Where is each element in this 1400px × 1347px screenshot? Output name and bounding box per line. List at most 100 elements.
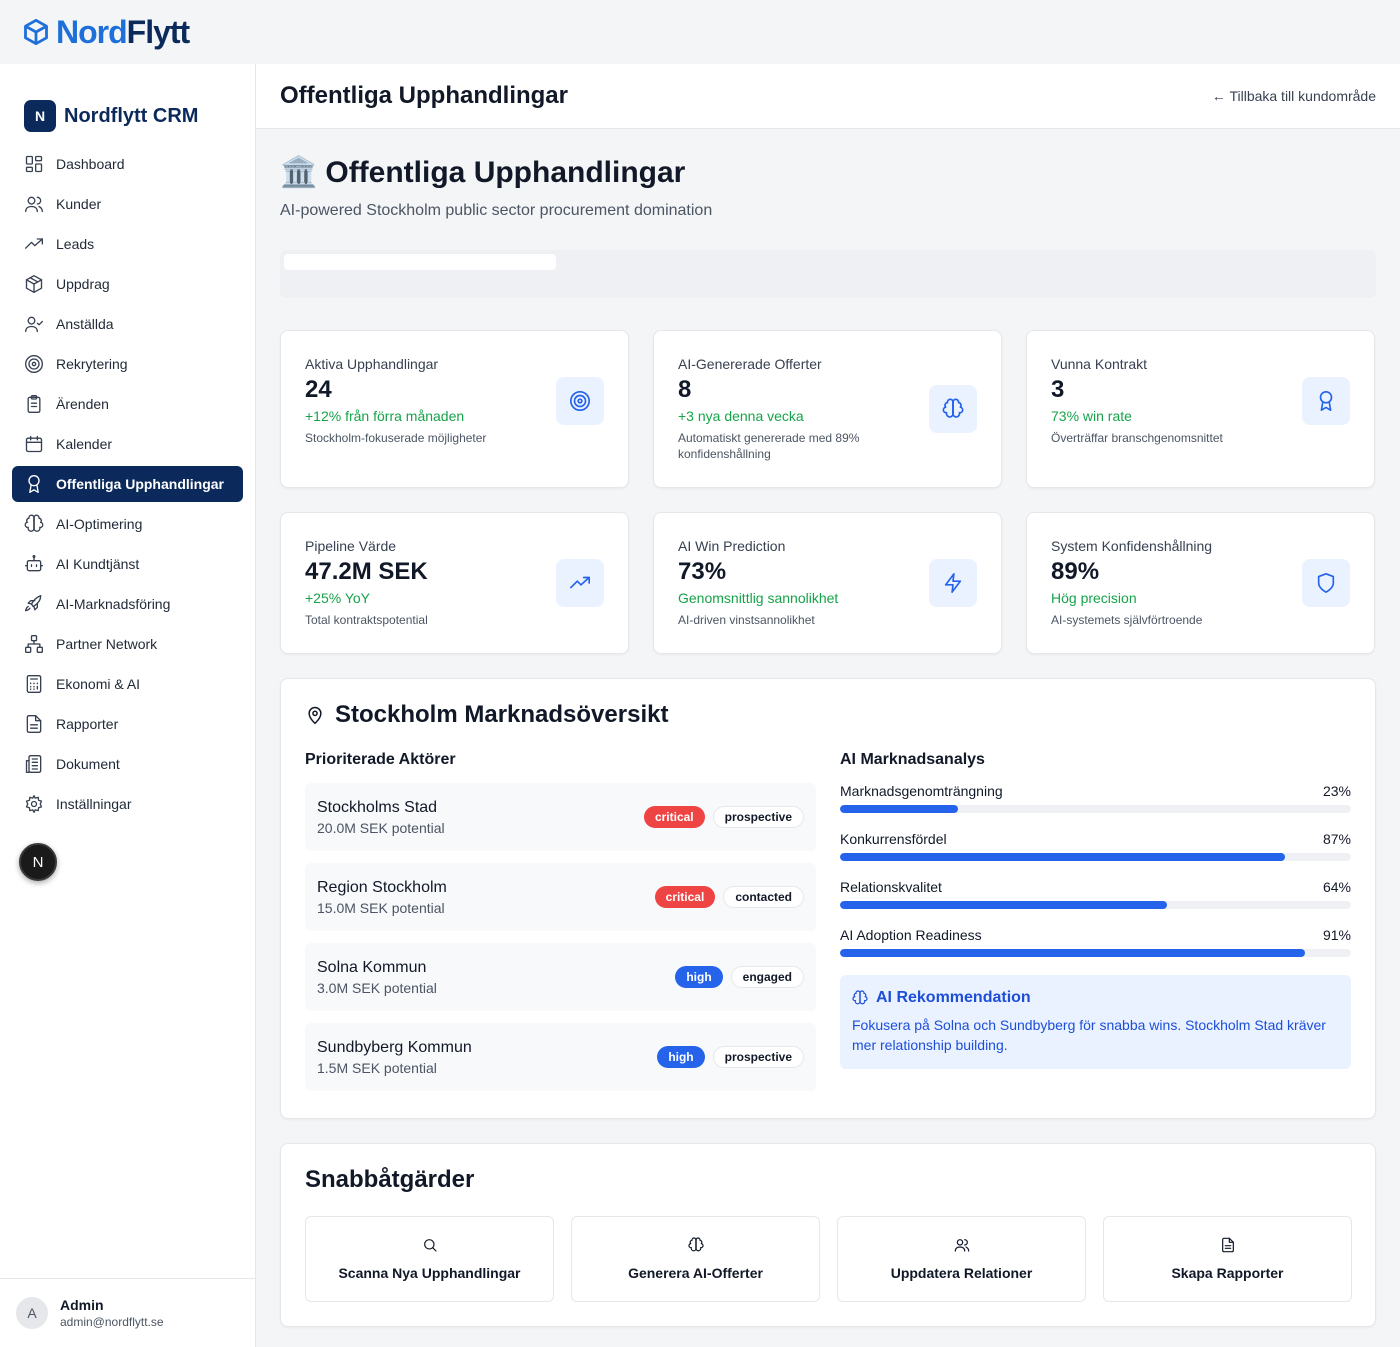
sidebar-item-dashboard[interactable]: Dashboard (12, 146, 243, 182)
brain-icon (687, 1237, 704, 1252)
sidebar-item-label: Kalender (56, 436, 113, 452)
metric-value: 91% (1322, 927, 1351, 943)
sidebar-item-dokument[interactable]: Dokument (12, 746, 243, 782)
sidebar-item-rekrytering[interactable]: Rekrytering (12, 346, 243, 382)
zap-icon (944, 573, 962, 593)
bot-icon (25, 555, 43, 572)
sidebar-item-uppdrag[interactable]: Uppdrag (12, 266, 243, 302)
back-to-customer-area-link[interactable]: ← Tillbaka till kundområde (1212, 88, 1376, 104)
status-badge: prospective (712, 1046, 804, 1068)
sidebar-item-label: AI-Marknadsföring (56, 596, 171, 612)
sidebar-item-ai-kundtjanst[interactable]: AI Kundtjänst (12, 546, 243, 582)
trending-up-icon (25, 238, 43, 249)
cube-logo-icon (24, 18, 48, 46)
quick-actions: Snabbåtgärder Scanna Nya Upphandlingar G… (280, 1143, 1376, 1327)
status-badge: prospective (712, 806, 804, 828)
page-title-text: Offentliga Upphandlingar (325, 155, 686, 189)
progress-fill (840, 853, 1285, 861)
actor-name: Solna Kommun (317, 958, 427, 976)
tab-active[interactable] (284, 254, 556, 270)
clipboard-icon (27, 395, 41, 413)
metric-row: Marknadsgenomträngning 23% (840, 783, 1351, 813)
actor-potential: 1.5M SEK potential (317, 1059, 437, 1076)
progress-fill (840, 805, 958, 813)
user-check-icon (25, 316, 43, 333)
stockholm-market-overview: Stockholm Marknadsöversikt Prioriterade … (280, 678, 1376, 1119)
sidebar-item-offentliga-upphandlingar[interactable]: Offentliga Upphandlingar (12, 466, 243, 502)
stat-card-pipeline-varde: Pipeline Värde 47.2M SEK +25% YoY Total … (280, 512, 629, 654)
sidebar-item-kunder[interactable]: Kunder (12, 186, 243, 222)
sidebar-item-ai-optimering[interactable]: AI-Optimering (12, 506, 243, 542)
generate-ai-offers-button[interactable]: Generera AI-Offerter (571, 1216, 820, 1302)
metric-label: Marknadsgenomträngning (840, 783, 1003, 799)
actor-potential: 20.0M SEK potential (317, 819, 445, 836)
calculator-icon (26, 675, 42, 693)
list-item[interactable]: Region Stockholm 15.0M SEK potential cri… (305, 863, 816, 931)
sidebar-item-anstallda[interactable]: Anställda (12, 306, 243, 342)
priority-actors-heading: Prioriterade Aktörer (305, 751, 456, 768)
priority-actors: Prioriterade Aktörer Stockholms Stad 20.… (305, 751, 816, 1103)
grid-icon (25, 155, 43, 173)
sidebar-item-label: AI-Optimering (56, 516, 143, 532)
sidebar-item-label: Offentliga Upphandlingar (56, 476, 224, 492)
quick-actions-grid: Scanna Nya Upphandlingar Generera AI-Off… (305, 1216, 1352, 1302)
stat-label: AI Win Prediction (678, 538, 786, 554)
award-icon (1319, 391, 1333, 411)
priority-badge: high (675, 966, 723, 988)
page-title: 🏛️ Offentliga Upphandlingar (280, 155, 1376, 190)
sidebar-item-arenden[interactable]: Ärenden (12, 386, 243, 422)
create-reports-button[interactable]: Skapa Rapporter (1103, 1216, 1352, 1302)
floating-assistant-button[interactable]: N (19, 843, 57, 881)
update-relations-button[interactable]: Uppdatera Relationer (837, 1216, 1086, 1302)
sidebar-item-ekonomi-ai[interactable]: Ekonomi & AI (12, 666, 243, 702)
market-title-text: Stockholm Marknadsöversikt (335, 701, 669, 728)
metric-value: 87% (1322, 831, 1351, 847)
metric-row: Relationskvalitet 64% (840, 879, 1351, 909)
list-item[interactable]: Stockholms Stad 20.0M SEK potential crit… (305, 783, 816, 851)
actor-potential: 15.0M SEK potential (317, 899, 445, 916)
sidebar-item-installningar[interactable]: Inställningar (12, 786, 243, 822)
status-badge: engaged (730, 966, 804, 988)
sidebar-item-label: Leads (56, 236, 95, 252)
sidebar-item-label: Uppdrag (56, 276, 110, 292)
list-item[interactable]: Sundbyberg Kommun 1.5M SEK potential hig… (305, 1023, 816, 1091)
status-badge: contacted (723, 886, 804, 908)
sidebar-item-kalender[interactable]: Kalender (12, 426, 243, 462)
metric-label: Relationskvalitet (840, 879, 942, 895)
file-text-icon (26, 715, 42, 733)
stat-card-ai-win-prediction: AI Win Prediction 73% Genomsnittlig sann… (653, 512, 1002, 654)
sidebar-item-leads[interactable]: Leads (12, 226, 243, 262)
progress-bar (840, 901, 1351, 909)
stat-card-vunna-kontrakt: Vunna Kontrakt 3 73% win rate Överträffa… (1026, 330, 1375, 488)
sidebar-item-label: Partner Network (56, 636, 158, 652)
stat-label: Vunna Kontrakt (1051, 356, 1147, 372)
actor-name: Region Stockholm (317, 878, 447, 896)
stat-card-aktiva-upphandlingar: Aktiva Upphandlingar 24 +12% från förra … (280, 330, 629, 488)
ai-recommendation: AI Rekommendation Fokusera på Solna och … (840, 975, 1351, 1069)
action-label: Scanna Nya Upphandlingar (338, 1265, 521, 1281)
progress-fill (840, 901, 1168, 909)
user-profile[interactable]: A Admin admin@nordflytt.se (0, 1278, 255, 1347)
users-icon (25, 196, 43, 213)
stat-icon-box (929, 559, 977, 607)
brand-logo[interactable]: NordFlytt (22, 13, 190, 51)
map-pin-icon (308, 706, 322, 725)
progress-bar (840, 949, 1351, 957)
settings-icon (25, 795, 43, 813)
sidebar-item-partner-network[interactable]: Partner Network (12, 626, 243, 662)
calendar-icon (25, 435, 43, 453)
sidebar-item-rapporter[interactable]: Rapporter (12, 706, 243, 742)
metric-row: Konkurrensfördel 87% (840, 831, 1351, 861)
sidebar-item-ai-marknadsforing[interactable]: AI-Marknadsföring (12, 586, 243, 622)
stat-icon-box (1302, 559, 1350, 607)
progress-fill (840, 949, 1305, 957)
scan-procurements-button[interactable]: Scanna Nya Upphandlingar (305, 1216, 554, 1302)
brand-part-nord: Nord (56, 13, 128, 50)
sidebar-item-label: Anställda (56, 316, 114, 332)
stats-grid: Aktiva Upphandlingar 24 +12% från förra … (280, 330, 1376, 654)
target-icon (25, 355, 43, 373)
progress-bar (840, 853, 1351, 861)
list-item[interactable]: Solna Kommun 3.0M SEK potential high eng… (305, 943, 816, 1011)
target-icon (570, 391, 590, 411)
page-header: Offentliga Upphandlingar ← Tillbaka till… (256, 64, 1400, 129)
